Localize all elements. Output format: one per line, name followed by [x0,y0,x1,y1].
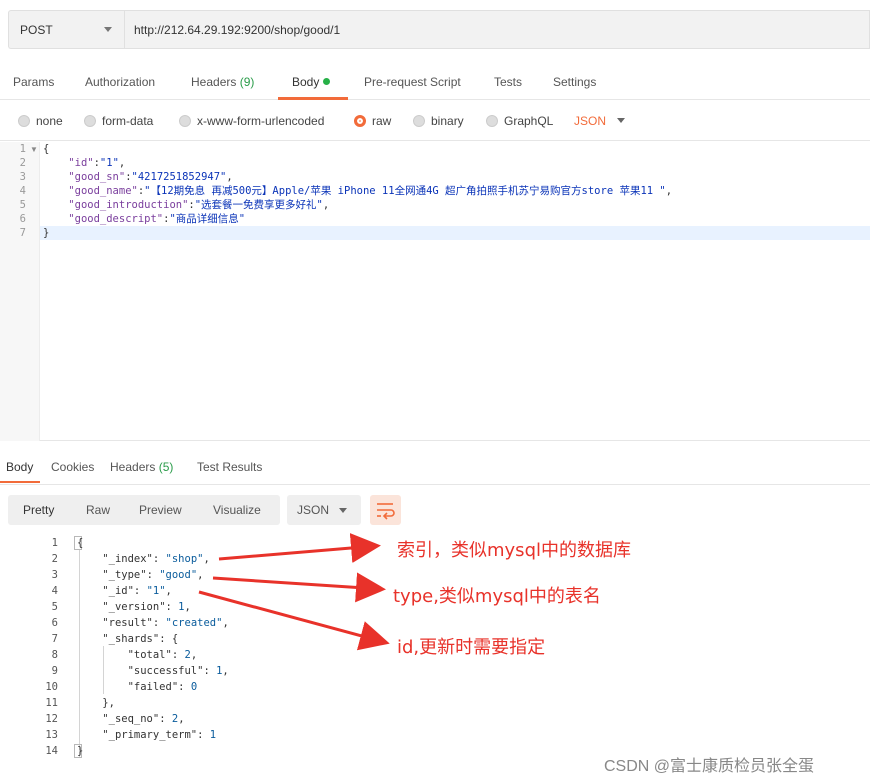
annotation-id: id,更新时需要指定 [397,637,546,658]
arrow-id [198,590,390,651]
arrow-index [218,533,381,563]
annotation-arrows [198,533,390,651]
arrow-type [212,572,386,603]
annotation-index: 索引，类似mysql中的数据库 [397,540,631,561]
watermark: CSDN @富士康质检员张全蛋 [604,758,815,775]
annotation-type: type,类似mysql中的表名 [393,586,601,607]
